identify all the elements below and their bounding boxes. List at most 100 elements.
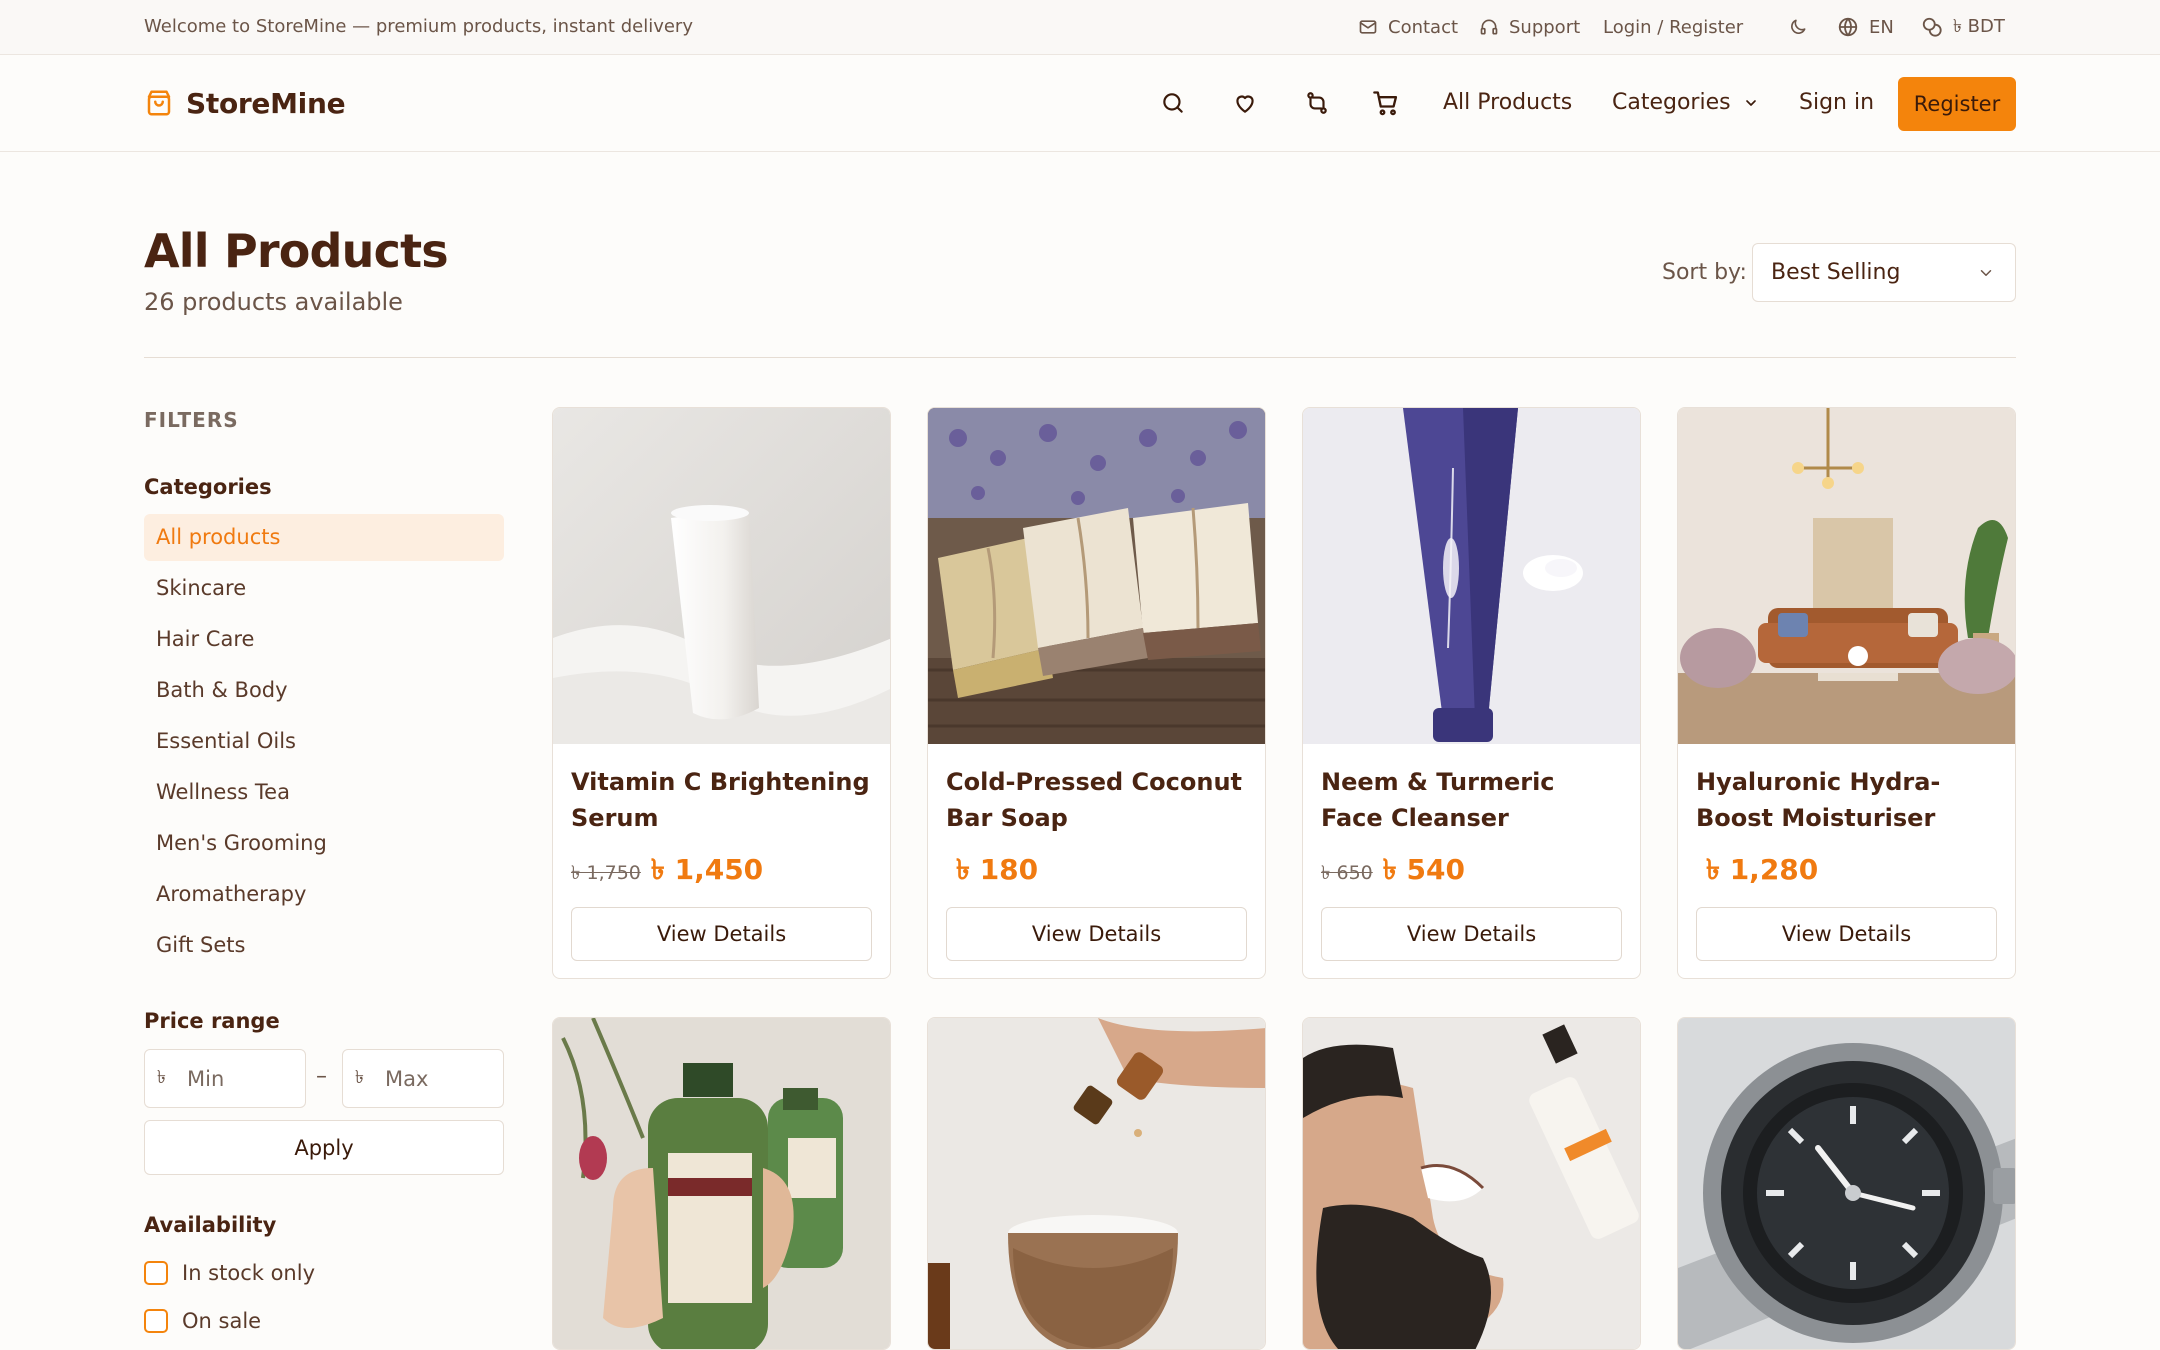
product-card[interactable]: Hyaluronic Hydra-Boost Moisturiser ৳ 1,2… xyxy=(1677,407,2016,979)
sort-value: Best Selling xyxy=(1771,260,1901,285)
theme-toggle[interactable] xyxy=(1788,0,1818,54)
price-max-input[interactable] xyxy=(385,1066,495,1091)
category-wellness-tea[interactable]: Wellness Tea xyxy=(144,769,504,816)
price-separator: – xyxy=(316,1064,327,1089)
product-image[interactable] xyxy=(1678,1018,2015,1349)
current-price: ৳ 180 xyxy=(956,853,1039,886)
sort-label: Sort by: xyxy=(1662,260,1747,285)
currency-symbol: ৳ xyxy=(355,1067,364,1088)
login-register-link[interactable]: Login / Register xyxy=(1603,0,1743,54)
in-stock-checkbox[interactable] xyxy=(144,1261,168,1285)
chevron-down-icon xyxy=(1980,270,1992,276)
product-price: ৳ 1,280 xyxy=(1696,848,1818,895)
search-icon xyxy=(1163,93,1183,113)
globe-icon xyxy=(1838,17,1858,37)
product-card[interactable]: Cold-Pressed Coconut Bar Soap ৳ 180 View… xyxy=(927,407,1266,979)
heart-icon xyxy=(1236,95,1254,113)
search-button[interactable] xyxy=(1159,89,1187,117)
wishlist-button[interactable] xyxy=(1231,89,1259,117)
category-bath-body[interactable]: Bath & Body xyxy=(144,667,504,714)
top-utility-bar: Welcome to StoreMine — premium products,… xyxy=(0,0,2160,55)
current-price: ৳ 540 xyxy=(1382,853,1465,886)
page-title: All Products xyxy=(144,224,449,278)
category-skincare[interactable]: Skincare xyxy=(144,565,504,612)
main-header: StoreMine All Products Categories Sign i… xyxy=(0,55,2160,152)
product-count: 26 products available xyxy=(144,288,403,316)
product-price: ৳ 180 xyxy=(946,848,1038,895)
category-mens-grooming[interactable]: Men's Grooming xyxy=(144,820,504,867)
price-max-field[interactable]: ৳ xyxy=(342,1049,504,1108)
on-sale-checkbox-row[interactable]: On sale xyxy=(144,1309,261,1333)
product-card[interactable] xyxy=(1302,1017,1641,1350)
product-name[interactable]: Hyaluronic Hydra-Boost Moisturiser xyxy=(1696,764,1996,836)
product-card[interactable]: Neem & Turmeric Face Cleanser ৳ 650 ৳ 54… xyxy=(1302,407,1641,979)
product-image[interactable] xyxy=(1303,408,1640,744)
sort-select[interactable]: Best Selling xyxy=(1752,243,2016,302)
currency-symbol: ৳ xyxy=(157,1067,166,1088)
welcome-message: Welcome to StoreMine — premium products,… xyxy=(144,16,693,37)
in-stock-checkbox-row[interactable]: In stock only xyxy=(144,1261,315,1285)
coins-icon xyxy=(1922,17,1942,37)
category-all-products[interactable]: All products xyxy=(144,514,504,561)
view-details-button[interactable]: View Details xyxy=(946,907,1247,961)
category-gift-sets[interactable]: Gift Sets xyxy=(144,922,504,969)
old-price: ৳ 1,750 xyxy=(571,862,641,884)
chevron-down-icon xyxy=(1745,100,1756,106)
language-label: EN xyxy=(1869,16,1894,38)
compare-icon xyxy=(1307,92,1327,114)
product-card[interactable] xyxy=(1677,1017,2016,1350)
moon-icon xyxy=(1791,19,1806,34)
sign-in-link[interactable]: Sign in xyxy=(1799,55,1874,151)
contact-link[interactable]: Contact xyxy=(1358,0,1458,54)
compare-button[interactable] xyxy=(1303,89,1331,117)
support-link[interactable]: Support xyxy=(1479,0,1580,54)
nav-categories-dropdown[interactable]: Categories xyxy=(1612,55,1759,151)
product-image[interactable] xyxy=(553,1018,890,1349)
view-details-button[interactable]: View Details xyxy=(1321,907,1622,961)
product-image[interactable] xyxy=(928,408,1265,744)
brand-name: StoreMine xyxy=(186,86,346,120)
current-price: ৳ 1,280 xyxy=(1706,853,1819,886)
contact-label: Contact xyxy=(1388,16,1459,38)
language-selector[interactable]: EN xyxy=(1837,0,1894,54)
product-name[interactable]: Cold-Pressed Coconut Bar Soap xyxy=(946,764,1246,836)
category-hair-care[interactable]: Hair Care xyxy=(144,616,504,663)
product-price: ৳ 1,750 ৳ 1,450 xyxy=(571,848,763,895)
product-image[interactable] xyxy=(1303,1018,1640,1349)
support-label: Support xyxy=(1509,16,1581,38)
categories-heading: Categories xyxy=(144,475,272,499)
category-aromatherapy[interactable]: Aromatherapy xyxy=(144,871,504,918)
filters-title: FILTERS xyxy=(144,408,239,432)
currency-selector[interactable]: ৳ BDT xyxy=(1921,0,2005,54)
price-range-heading: Price range xyxy=(144,1009,280,1033)
product-card[interactable]: Vitamin C Brightening Serum ৳ 1,750 ৳ 1,… xyxy=(552,407,891,979)
apply-price-button[interactable]: Apply xyxy=(144,1120,504,1175)
product-name[interactable]: Neem & Turmeric Face Cleanser xyxy=(1321,764,1621,836)
old-price: ৳ 650 xyxy=(1321,862,1373,884)
product-image[interactable] xyxy=(928,1018,1265,1349)
category-essential-oils[interactable]: Essential Oils xyxy=(144,718,504,765)
headset-icon xyxy=(1480,19,1498,35)
availability-heading: Availability xyxy=(144,1213,277,1237)
product-image[interactable] xyxy=(553,408,890,744)
price-min-input[interactable] xyxy=(187,1066,297,1091)
currency-label: ৳ BDT xyxy=(1953,15,2005,37)
view-details-button[interactable]: View Details xyxy=(571,907,872,961)
nav-all-products[interactable]: All Products xyxy=(1443,55,1572,151)
view-details-button[interactable]: View Details xyxy=(1696,907,1997,961)
in-stock-label: In stock only xyxy=(182,1261,316,1285)
current-price: ৳ 1,450 xyxy=(650,853,764,886)
nav-categories-label: Categories xyxy=(1612,90,1731,115)
product-image[interactable] xyxy=(1678,408,2015,744)
product-name[interactable]: Vitamin C Brightening Serum xyxy=(571,764,871,836)
heading-divider xyxy=(144,357,2016,358)
on-sale-checkbox[interactable] xyxy=(144,1309,168,1333)
register-button[interactable]: Register xyxy=(1898,77,2016,131)
product-card[interactable] xyxy=(552,1017,891,1350)
product-card[interactable] xyxy=(927,1017,1266,1350)
cart-button[interactable] xyxy=(1372,89,1400,117)
cart-icon xyxy=(1373,91,1398,116)
brand-logo[interactable]: StoreMine xyxy=(144,55,346,151)
price-min-field[interactable]: ৳ xyxy=(144,1049,306,1108)
on-sale-label: On sale xyxy=(182,1309,262,1333)
